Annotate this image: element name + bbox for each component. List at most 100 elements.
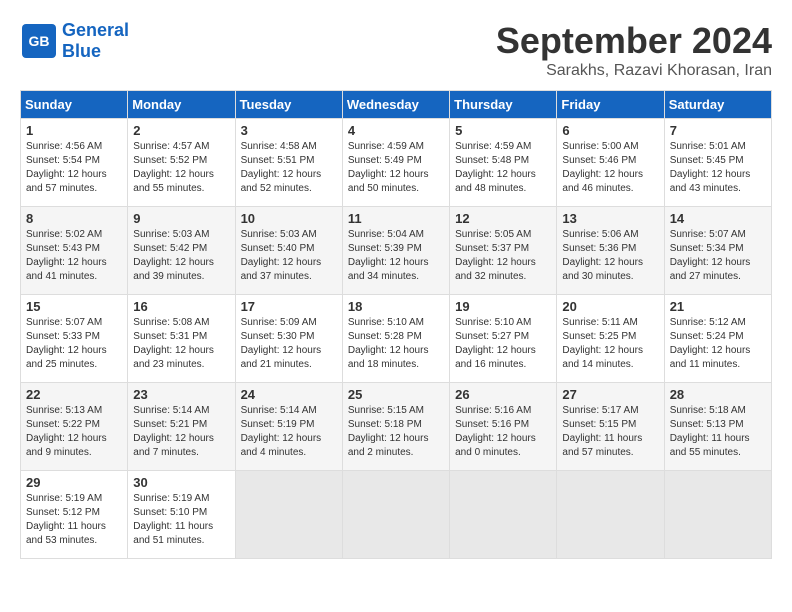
day-info: Sunrise: 5:09 AM Sunset: 5:30 PM Dayligh… <box>241 316 337 372</box>
col-header-saturday: Saturday <box>664 91 771 119</box>
day-number: 17 <box>241 299 337 314</box>
calendar-day-cell: 2 Sunrise: 4:57 AM Sunset: 5:52 PM Dayli… <box>128 119 235 207</box>
day-number: 27 <box>562 387 658 402</box>
location-subtitle: Sarakhs, Razavi Khorasan, Iran <box>496 62 772 80</box>
day-number: 13 <box>562 211 658 226</box>
day-info: Sunrise: 5:15 AM Sunset: 5:18 PM Dayligh… <box>348 404 444 460</box>
day-number: 21 <box>670 299 766 314</box>
day-info: Sunrise: 5:03 AM Sunset: 5:42 PM Dayligh… <box>133 228 229 284</box>
col-header-thursday: Thursday <box>450 91 557 119</box>
empty-cell <box>557 471 664 559</box>
day-info: Sunrise: 5:03 AM Sunset: 5:40 PM Dayligh… <box>241 228 337 284</box>
day-info: Sunrise: 5:10 AM Sunset: 5:28 PM Dayligh… <box>348 316 444 372</box>
day-number: 10 <box>241 211 337 226</box>
logo-general: General <box>62 20 129 41</box>
day-number: 26 <box>455 387 551 402</box>
day-info: Sunrise: 5:08 AM Sunset: 5:31 PM Dayligh… <box>133 316 229 372</box>
calendar-day-cell: 21 Sunrise: 5:12 AM Sunset: 5:24 PM Dayl… <box>664 295 771 383</box>
calendar-day-cell: 23 Sunrise: 5:14 AM Sunset: 5:21 PM Dayl… <box>128 383 235 471</box>
logo-icon: GB <box>20 22 58 60</box>
day-info: Sunrise: 5:14 AM Sunset: 5:19 PM Dayligh… <box>241 404 337 460</box>
day-number: 22 <box>26 387 122 402</box>
day-number: 20 <box>562 299 658 314</box>
calendar-day-cell: 13 Sunrise: 5:06 AM Sunset: 5:36 PM Dayl… <box>557 207 664 295</box>
day-number: 8 <box>26 211 122 226</box>
calendar-week-row: 1 Sunrise: 4:56 AM Sunset: 5:54 PM Dayli… <box>21 119 772 207</box>
day-info: Sunrise: 5:16 AM Sunset: 5:16 PM Dayligh… <box>455 404 551 460</box>
col-header-wednesday: Wednesday <box>342 91 449 119</box>
empty-cell <box>450 471 557 559</box>
calendar-week-row: 15 Sunrise: 5:07 AM Sunset: 5:33 PM Dayl… <box>21 295 772 383</box>
title-block: September 2024 Sarakhs, Razavi Khorasan,… <box>496 20 772 80</box>
calendar-day-cell: 7 Sunrise: 5:01 AM Sunset: 5:45 PM Dayli… <box>664 119 771 207</box>
day-number: 12 <box>455 211 551 226</box>
day-number: 23 <box>133 387 229 402</box>
day-info: Sunrise: 5:00 AM Sunset: 5:46 PM Dayligh… <box>562 140 658 196</box>
calendar-table: SundayMondayTuesdayWednesdayThursdayFrid… <box>20 90 772 559</box>
calendar-day-cell: 27 Sunrise: 5:17 AM Sunset: 5:15 PM Dayl… <box>557 383 664 471</box>
day-number: 14 <box>670 211 766 226</box>
day-number: 25 <box>348 387 444 402</box>
day-info: Sunrise: 5:01 AM Sunset: 5:45 PM Dayligh… <box>670 140 766 196</box>
logo: GB General Blue <box>20 20 129 62</box>
logo-blue: Blue <box>62 41 129 62</box>
day-info: Sunrise: 4:58 AM Sunset: 5:51 PM Dayligh… <box>241 140 337 196</box>
calendar-day-cell: 25 Sunrise: 5:15 AM Sunset: 5:18 PM Dayl… <box>342 383 449 471</box>
day-number: 11 <box>348 211 444 226</box>
calendar-day-cell: 9 Sunrise: 5:03 AM Sunset: 5:42 PM Dayli… <box>128 207 235 295</box>
day-info: Sunrise: 5:17 AM Sunset: 5:15 PM Dayligh… <box>562 404 658 460</box>
day-number: 2 <box>133 123 229 138</box>
calendar-day-cell: 8 Sunrise: 5:02 AM Sunset: 5:43 PM Dayli… <box>21 207 128 295</box>
day-number: 30 <box>133 475 229 490</box>
day-info: Sunrise: 5:07 AM Sunset: 5:34 PM Dayligh… <box>670 228 766 284</box>
col-header-friday: Friday <box>557 91 664 119</box>
calendar-day-cell: 3 Sunrise: 4:58 AM Sunset: 5:51 PM Dayli… <box>235 119 342 207</box>
day-info: Sunrise: 4:57 AM Sunset: 5:52 PM Dayligh… <box>133 140 229 196</box>
day-info: Sunrise: 5:11 AM Sunset: 5:25 PM Dayligh… <box>562 316 658 372</box>
calendar-day-cell: 5 Sunrise: 4:59 AM Sunset: 5:48 PM Dayli… <box>450 119 557 207</box>
day-info: Sunrise: 5:14 AM Sunset: 5:21 PM Dayligh… <box>133 404 229 460</box>
calendar-day-cell: 26 Sunrise: 5:16 AM Sunset: 5:16 PM Dayl… <box>450 383 557 471</box>
empty-cell <box>235 471 342 559</box>
calendar-week-row: 8 Sunrise: 5:02 AM Sunset: 5:43 PM Dayli… <box>21 207 772 295</box>
col-header-monday: Monday <box>128 91 235 119</box>
day-info: Sunrise: 5:18 AM Sunset: 5:13 PM Dayligh… <box>670 404 766 460</box>
day-info: Sunrise: 4:56 AM Sunset: 5:54 PM Dayligh… <box>26 140 122 196</box>
page-header: GB General Blue September 2024 Sarakhs, … <box>20 20 772 80</box>
day-number: 6 <box>562 123 658 138</box>
calendar-day-cell: 22 Sunrise: 5:13 AM Sunset: 5:22 PM Dayl… <box>21 383 128 471</box>
calendar-day-cell: 6 Sunrise: 5:00 AM Sunset: 5:46 PM Dayli… <box>557 119 664 207</box>
calendar-day-cell: 28 Sunrise: 5:18 AM Sunset: 5:13 PM Dayl… <box>664 383 771 471</box>
day-number: 29 <box>26 475 122 490</box>
day-number: 7 <box>670 123 766 138</box>
day-number: 24 <box>241 387 337 402</box>
calendar-day-cell: 17 Sunrise: 5:09 AM Sunset: 5:30 PM Dayl… <box>235 295 342 383</box>
col-header-sunday: Sunday <box>21 91 128 119</box>
svg-text:GB: GB <box>29 33 50 49</box>
day-number: 4 <box>348 123 444 138</box>
calendar-week-row: 29 Sunrise: 5:19 AM Sunset: 5:12 PM Dayl… <box>21 471 772 559</box>
day-info: Sunrise: 5:13 AM Sunset: 5:22 PM Dayligh… <box>26 404 122 460</box>
calendar-day-cell: 16 Sunrise: 5:08 AM Sunset: 5:31 PM Dayl… <box>128 295 235 383</box>
calendar-day-cell: 11 Sunrise: 5:04 AM Sunset: 5:39 PM Dayl… <box>342 207 449 295</box>
month-title: September 2024 <box>496 20 772 62</box>
calendar-day-cell: 24 Sunrise: 5:14 AM Sunset: 5:19 PM Dayl… <box>235 383 342 471</box>
empty-cell <box>342 471 449 559</box>
day-number: 28 <box>670 387 766 402</box>
day-info: Sunrise: 5:12 AM Sunset: 5:24 PM Dayligh… <box>670 316 766 372</box>
day-number: 15 <box>26 299 122 314</box>
col-header-tuesday: Tuesday <box>235 91 342 119</box>
day-info: Sunrise: 4:59 AM Sunset: 5:49 PM Dayligh… <box>348 140 444 196</box>
calendar-day-cell: 14 Sunrise: 5:07 AM Sunset: 5:34 PM Dayl… <box>664 207 771 295</box>
calendar-day-cell: 30 Sunrise: 5:19 AM Sunset: 5:10 PM Dayl… <box>128 471 235 559</box>
day-number: 5 <box>455 123 551 138</box>
day-info: Sunrise: 5:06 AM Sunset: 5:36 PM Dayligh… <box>562 228 658 284</box>
day-info: Sunrise: 5:10 AM Sunset: 5:27 PM Dayligh… <box>455 316 551 372</box>
day-info: Sunrise: 5:02 AM Sunset: 5:43 PM Dayligh… <box>26 228 122 284</box>
calendar-day-cell: 4 Sunrise: 4:59 AM Sunset: 5:49 PM Dayli… <box>342 119 449 207</box>
calendar-header-row: SundayMondayTuesdayWednesdayThursdayFrid… <box>21 91 772 119</box>
calendar-day-cell: 19 Sunrise: 5:10 AM Sunset: 5:27 PM Dayl… <box>450 295 557 383</box>
calendar-week-row: 22 Sunrise: 5:13 AM Sunset: 5:22 PM Dayl… <box>21 383 772 471</box>
day-info: Sunrise: 5:19 AM Sunset: 5:12 PM Dayligh… <box>26 492 122 548</box>
calendar-day-cell: 12 Sunrise: 5:05 AM Sunset: 5:37 PM Dayl… <box>450 207 557 295</box>
